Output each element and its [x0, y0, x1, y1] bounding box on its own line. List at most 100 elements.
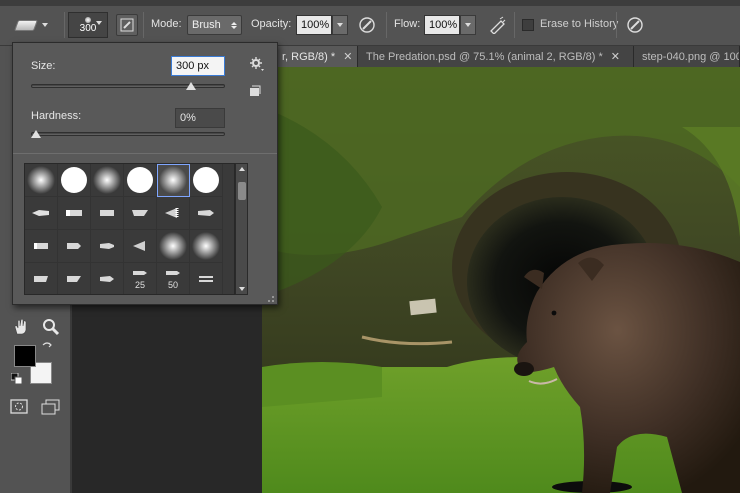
airbrush-button[interactable]	[486, 14, 508, 36]
hard-round-icon	[61, 167, 87, 193]
brush-tip[interactable]	[25, 230, 58, 263]
flat-tip-icon	[133, 271, 147, 275]
brush-tip[interactable]	[58, 164, 91, 197]
brush-tip[interactable]: 25	[124, 263, 157, 294]
hardness-slider-thumb[interactable]	[31, 130, 41, 138]
brush-panel-toggle-button[interactable]	[116, 14, 138, 36]
tab-label: The Predation.psd @ 75.1% (animal 2, RGB…	[366, 50, 603, 63]
hard-round-icon	[127, 167, 153, 193]
brush-tip[interactable]	[91, 164, 124, 197]
tab-step-040[interactable]: step-040.png @ 100	[634, 46, 740, 67]
size-input[interactable]: 300 px	[171, 56, 225, 76]
chisel-tip-icon	[100, 210, 114, 216]
brush-tip[interactable]	[124, 164, 157, 197]
hand-tool[interactable]	[10, 316, 32, 338]
zoom-tool[interactable]	[40, 316, 62, 338]
tab-document-1[interactable]: r, RGB/8) * ✕	[274, 46, 358, 67]
close-icon[interactable]: ✕	[611, 50, 620, 63]
panel-menu-button[interactable]	[249, 56, 265, 72]
size-slider-thumb[interactable]	[186, 82, 197, 90]
pressure-size-button[interactable]	[624, 14, 646, 36]
brush-tip[interactable]	[190, 164, 223, 197]
airbrush-icon	[490, 16, 506, 34]
flat-tip-icon	[166, 271, 180, 275]
chevron-down-icon	[42, 23, 48, 27]
new-preset-icon	[250, 85, 261, 96]
swap-colors-button[interactable]	[40, 340, 54, 354]
brush-tip[interactable]	[157, 230, 190, 263]
divider	[143, 12, 144, 38]
opacity-slider-button[interactable]	[332, 15, 348, 35]
brush-tip[interactable]	[157, 197, 190, 230]
brush-tip[interactable]	[58, 263, 91, 294]
resize-grip[interactable]	[267, 294, 275, 302]
brush-tip[interactable]	[190, 263, 223, 294]
hardness-slider[interactable]	[31, 130, 225, 138]
pressure-opacity-button[interactable]	[356, 14, 378, 36]
close-icon[interactable]: ✕	[343, 50, 352, 63]
quick-mask-button[interactable]	[8, 396, 30, 418]
flat-tip-icon	[199, 276, 213, 282]
screen-mode-icon	[41, 399, 60, 415]
tab-the-predation[interactable]: The Predation.psd @ 75.1% (animal 2, RGB…	[358, 46, 634, 67]
pressure-icon	[359, 17, 375, 33]
tool-preset-picker[interactable]	[13, 14, 62, 36]
chisel-tip-icon	[198, 210, 214, 216]
flow-slider-button[interactable]	[460, 15, 476, 35]
brush-preset-dropdown[interactable]	[96, 18, 106, 28]
chevron-down-icon	[96, 21, 102, 25]
flow-input[interactable]: 100%	[424, 15, 460, 35]
brush-tip[interactable]	[190, 230, 223, 263]
swap-colors-icon	[42, 342, 52, 348]
flow-label: Flow:	[394, 18, 421, 30]
brush-tips-scrollbar[interactable]	[235, 163, 248, 295]
scroll-down-icon[interactable]	[239, 287, 245, 291]
brush-tip[interactable]	[124, 197, 157, 230]
brush-tips-grid: 25 50	[24, 163, 235, 295]
scroll-up-icon[interactable]	[239, 167, 245, 171]
soft-round-icon	[27, 166, 55, 194]
brush-tip[interactable]	[190, 197, 223, 230]
select-arrows-icon	[231, 21, 237, 29]
divider	[386, 12, 387, 38]
hard-round-icon	[193, 167, 219, 193]
panel-divider	[13, 153, 277, 154]
brush-tip-size: 25	[134, 280, 145, 290]
brush-tip[interactable]	[25, 197, 58, 230]
quick-mask-icon	[10, 399, 28, 414]
brush-preset-picker-panel: Size: 300 px Hardness: 0% 25 50	[12, 42, 278, 305]
opacity-input[interactable]: 100%	[296, 15, 332, 35]
document-canvas[interactable]	[262, 67, 740, 493]
size-slider[interactable]	[31, 82, 225, 90]
mode-select[interactable]: Brush	[187, 15, 242, 35]
brush-tip[interactable]	[124, 230, 157, 263]
scrollbar-thumb[interactable]	[238, 182, 246, 200]
pressure-icon	[627, 17, 643, 33]
brush-panel-icon	[120, 18, 134, 32]
mode-value: Brush	[192, 19, 221, 31]
screen-mode-button[interactable]	[40, 396, 62, 418]
divider	[514, 12, 515, 38]
flat-tip-icon	[100, 243, 114, 249]
chevron-down-icon	[465, 23, 471, 27]
brush-tip[interactable]	[25, 164, 58, 197]
new-preset-button[interactable]	[249, 85, 263, 99]
fan-tip-icon	[165, 208, 179, 218]
brush-tip[interactable]	[58, 230, 91, 263]
brush-tip[interactable]	[58, 197, 91, 230]
hardness-input[interactable]: 0%	[175, 108, 225, 128]
soft-round-icon	[159, 232, 187, 260]
brush-tip[interactable]: 50	[157, 263, 190, 294]
document-tabs: r, RGB/8) * ✕ The Predation.psd @ 75.1% …	[274, 46, 740, 67]
brush-tip-selected[interactable]	[157, 164, 190, 197]
brush-tip[interactable]	[91, 230, 124, 263]
foreground-color-swatch[interactable]	[14, 345, 36, 367]
flat-tip-icon	[34, 243, 48, 249]
tab-label: r, RGB/8) *	[282, 50, 336, 63]
erase-to-history-checkbox[interactable]	[522, 19, 534, 31]
brush-tip[interactable]	[91, 197, 124, 230]
default-colors-button[interactable]	[10, 372, 24, 386]
brush-tip[interactable]	[91, 263, 124, 294]
chisel-tip-icon	[66, 210, 82, 216]
brush-tip[interactable]	[25, 263, 58, 294]
